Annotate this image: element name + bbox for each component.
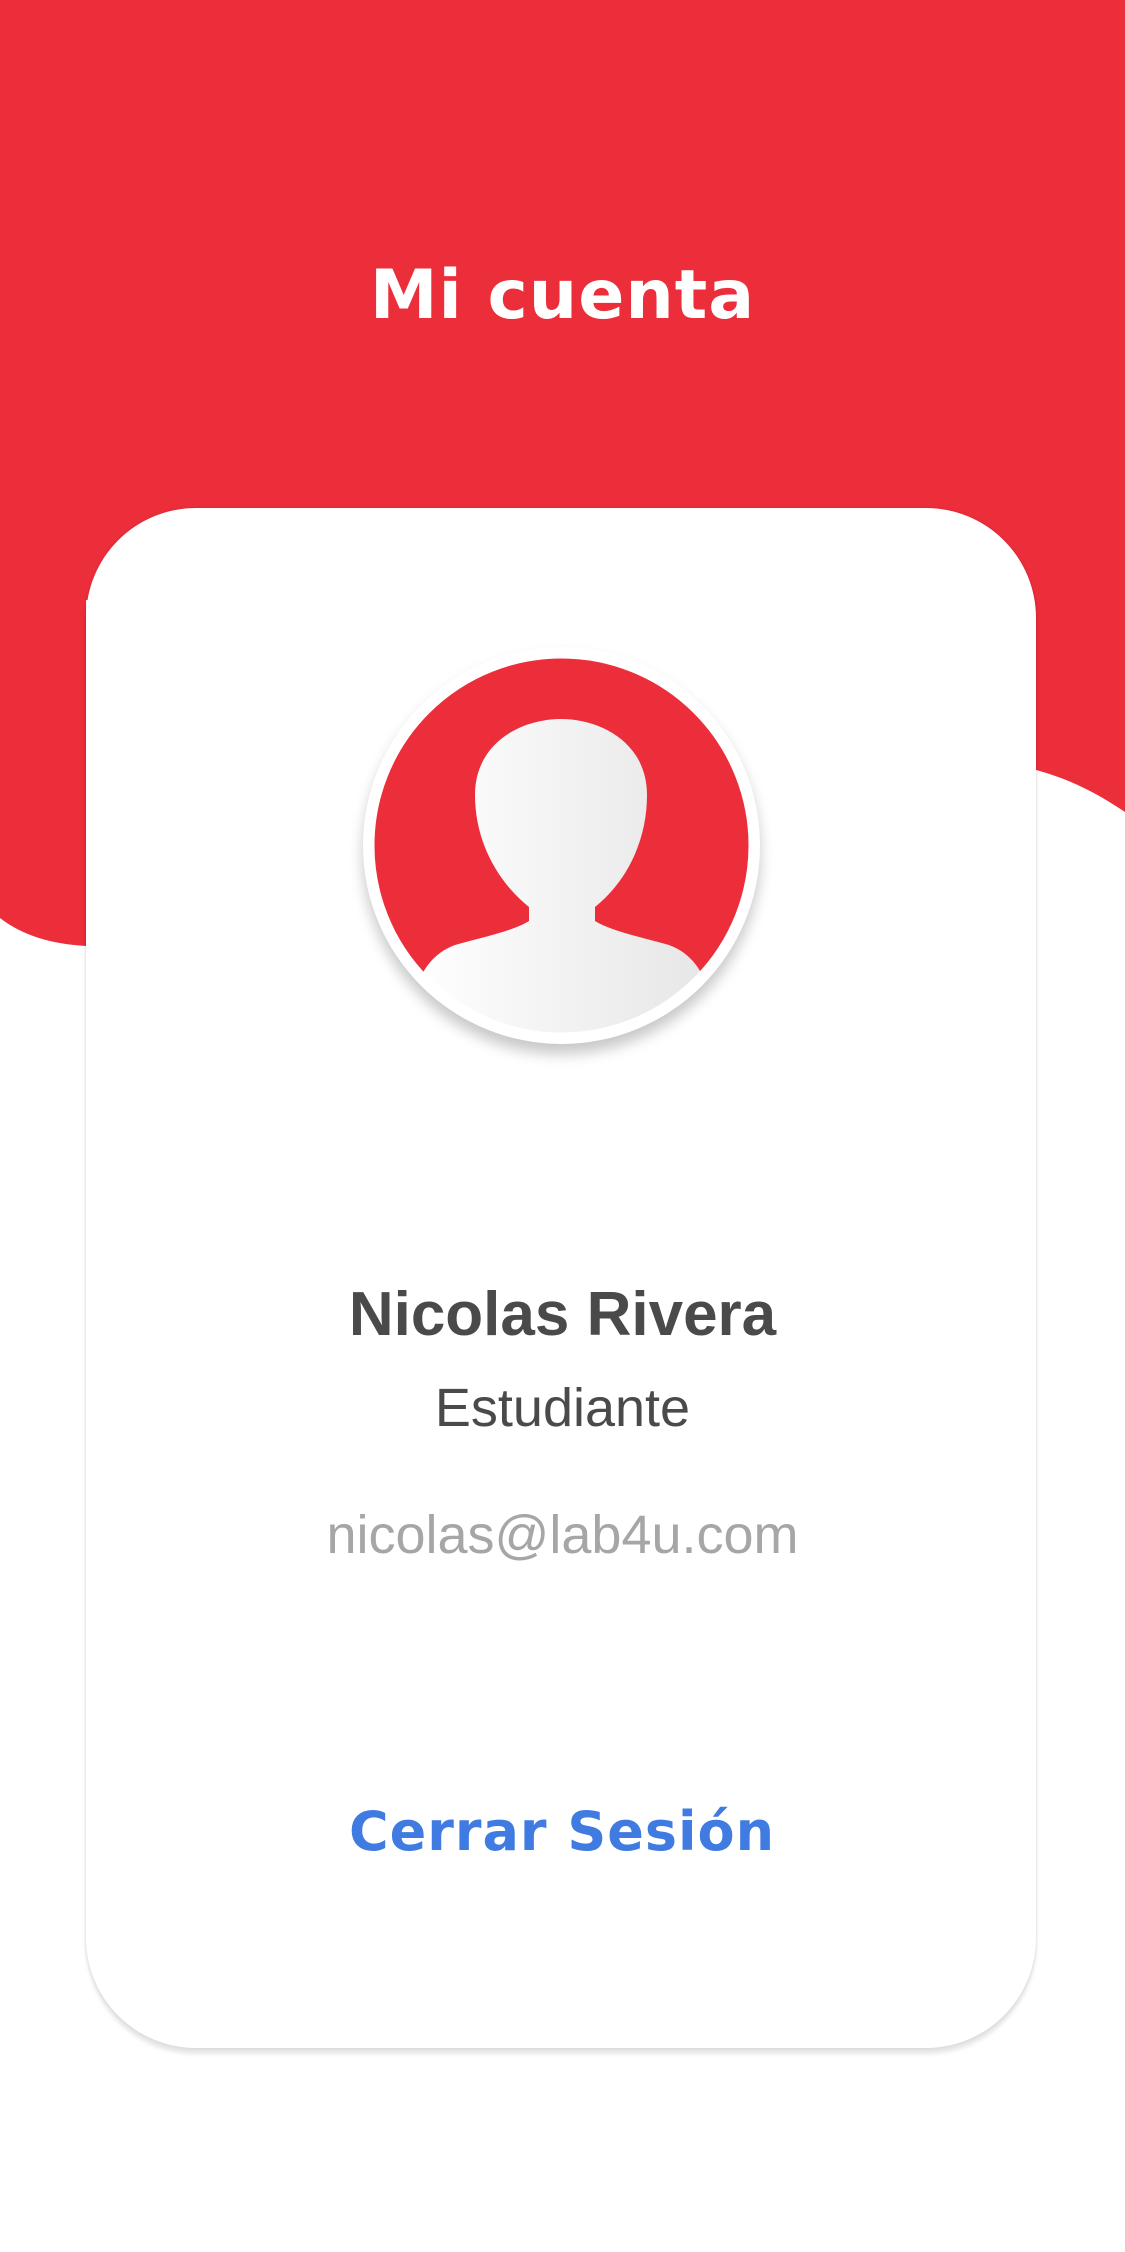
logout-button[interactable]: Cerrar Sesión [312,1782,812,1882]
user-name: Nicolas Rivera [348,1280,777,1349]
avatar [363,647,760,1044]
account-screen: Mi cuenta Nicolas Rivera Estudiante nico… [0,0,1125,2252]
user-role: Estudiante [434,1378,691,1438]
user-silhouette-icon [368,652,755,1039]
user-email: nicolas@lab4u.com [326,1505,799,1565]
page-title: Mi cuenta [369,256,756,335]
